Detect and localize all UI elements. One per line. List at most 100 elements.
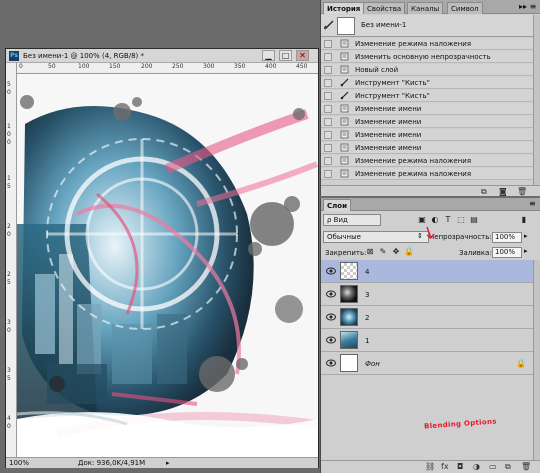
history-item[interactable]: Инструмент "Кисть" (321, 77, 533, 89)
visibility-eye-icon[interactable] (326, 290, 336, 298)
filter-toggle-icon[interactable]: ▮ (519, 214, 529, 225)
history-source-checkbox[interactable] (324, 79, 332, 87)
history-item[interactable]: Изменение режима наложения (321, 38, 533, 50)
layer-thumbnail (340, 285, 358, 303)
blend-mode-chevron-icon[interactable]: ⇕ (417, 232, 423, 240)
tab-properties[interactable]: Свойства (363, 2, 406, 14)
history-source-checkbox[interactable] (324, 53, 332, 61)
history-item[interactable]: Новый слой (321, 64, 533, 76)
opacity-slider-arrow-icon[interactable]: ▸ (524, 232, 528, 240)
layers-menu-icon[interactable]: ≡ (529, 199, 536, 208)
history-snapshot[interactable]: Без имени-1 (321, 15, 533, 37)
lock-pixels-icon[interactable]: ✎ (378, 247, 388, 258)
history-item[interactable]: Инструмент "Кисть" (321, 90, 533, 102)
adjustment-layer-icon[interactable]: ◑ (473, 462, 480, 471)
status-menu-arrow[interactable]: ▸ (166, 459, 170, 467)
lock-label: Закрепить: (325, 249, 367, 257)
trash-icon[interactable]: 🗑 (517, 187, 527, 196)
visibility-eye-icon[interactable] (326, 359, 336, 367)
history-item-label: Инструмент "Кисть" (355, 92, 430, 100)
visibility-eye-icon[interactable] (326, 336, 336, 344)
link-layers-icon[interactable]: ⛓ (425, 462, 435, 471)
add-mask-icon[interactable]: ◘ (457, 462, 463, 471)
new-snapshot-icon[interactable]: ◙ (499, 187, 507, 196)
history-item[interactable]: Изменение режима наложения (321, 155, 533, 167)
filter-pixel-icon[interactable]: ▣ (417, 214, 427, 225)
zoom-level[interactable]: 100% (9, 459, 29, 467)
panel-menu-icon[interactable]: ▸▸ ≡ (519, 2, 536, 11)
layer-row[interactable]: Фон 🔒 (321, 352, 533, 375)
history-item[interactable]: Изменение имени (321, 116, 533, 128)
history-item-label: Изменение режима наложения (355, 170, 472, 178)
restore-button[interactable]: □ (279, 50, 292, 61)
ruler-number: 4 (7, 415, 11, 422)
history-panel: История Свойства Каналы Символ ▸▸ ≡ Без … (320, 0, 540, 196)
opacity-label: Непрозрачность: (429, 233, 492, 241)
history-source-checkbox[interactable] (324, 144, 332, 152)
tab-character[interactable]: Символ (447, 2, 483, 14)
ruler-number: 350 (234, 63, 246, 70)
layer-row[interactable]: 2 (321, 306, 533, 329)
history-source-checkbox[interactable] (324, 105, 332, 113)
history-item[interactable]: Изменение имени (321, 103, 533, 115)
layer-name[interactable]: Фон (365, 360, 380, 368)
history-item[interactable]: Изменение режима наложения (321, 168, 533, 180)
blend-mode-select[interactable]: Обычные (323, 231, 429, 243)
layer-name[interactable]: 4 (365, 268, 369, 276)
filter-smart-object-icon[interactable]: ▤ (469, 214, 479, 225)
layer-name[interactable]: 1 (365, 337, 369, 345)
history-source-checkbox[interactable] (324, 40, 332, 48)
action-icon (340, 117, 349, 126)
artwork (17, 74, 318, 457)
history-brush-source-icon[interactable] (324, 20, 334, 30)
history-item[interactable]: Изменение имени (321, 142, 533, 154)
visibility-eye-icon[interactable] (326, 267, 336, 275)
action-icon (340, 65, 349, 74)
new-group-icon[interactable]: ▭ (489, 462, 497, 471)
history-source-checkbox[interactable] (324, 118, 332, 126)
filter-adjustment-icon[interactable]: ◐ (430, 214, 440, 225)
history-source-checkbox[interactable] (324, 66, 332, 74)
layers-scrollbar[interactable] (533, 260, 540, 460)
layer-name[interactable]: 3 (365, 291, 369, 299)
layer-filter-select[interactable]: ρ Вид (323, 214, 381, 226)
ruler-vertical[interactable]: 5 0 1 0 0 1 5 2 0 2 5 3 0 3 5 4 0 (6, 63, 17, 457)
history-item[interactable]: Изменение имени (321, 129, 533, 141)
delete-layer-icon[interactable]: 🗑 (521, 462, 531, 471)
tab-channels[interactable]: Каналы (407, 2, 444, 14)
new-layer-icon[interactable]: ⧉ (505, 462, 511, 472)
layer-style-icon[interactable]: fx (441, 462, 449, 471)
fill-label: Заливка: (459, 249, 492, 257)
layer-row[interactable]: 3 (321, 283, 533, 306)
close-button[interactable]: ✕ (296, 50, 309, 61)
ruler-number: 0 (7, 131, 11, 138)
visibility-eye-icon[interactable] (326, 313, 336, 321)
ruler-horizontal[interactable]: 0 50 100 150 200 250 300 350 400 450 (17, 63, 318, 74)
lock-all-icon[interactable]: 🔒 (404, 247, 414, 258)
history-source-checkbox[interactable] (324, 92, 332, 100)
lock-transparency-icon[interactable]: ⊠ (365, 247, 375, 258)
history-scrollbar[interactable] (533, 15, 540, 185)
tab-layers[interactable]: Слои (323, 199, 351, 211)
history-item-label: Изменение режима наложения (355, 157, 472, 165)
filter-type-icon[interactable]: T (443, 214, 453, 225)
document-titlebar[interactable]: Ps Без имени-1 @ 100% (4, RGB/8) * ▁ □ ✕ (6, 49, 318, 63)
history-source-checkbox[interactable] (324, 157, 332, 165)
fill-slider-arrow-icon[interactable]: ▸ (524, 247, 528, 255)
tab-history[interactable]: История (323, 2, 365, 14)
history-item[interactable]: Изменить основную непрозрачность (321, 51, 533, 63)
ruler-number: 1 (7, 123, 11, 130)
lock-position-icon[interactable]: ✥ (391, 247, 401, 258)
new-document-from-state-icon[interactable]: ⧉ (481, 187, 487, 197)
canvas[interactable] (17, 74, 318, 457)
history-source-checkbox[interactable] (324, 131, 332, 139)
fill-field[interactable]: 100% (492, 247, 522, 258)
layer-row[interactable]: 4 (321, 260, 533, 283)
action-icon (340, 130, 349, 139)
layer-row[interactable]: 1 (321, 329, 533, 352)
minimize-button[interactable]: ▁ (262, 50, 275, 61)
filter-shape-icon[interactable]: ⬚ (456, 214, 466, 225)
layer-name[interactable]: 2 (365, 314, 369, 322)
history-source-checkbox[interactable] (324, 170, 332, 178)
opacity-field[interactable]: 100% (492, 232, 522, 243)
